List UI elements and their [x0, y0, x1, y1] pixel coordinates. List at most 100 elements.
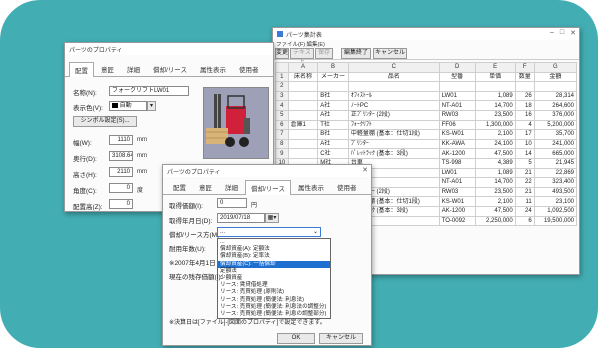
table-cell[interactable]: 24 [514, 205, 535, 217]
ok-button[interactable]: OK [277, 333, 315, 344]
table-cell[interactable]: AK-1200 [438, 205, 476, 217]
table-cell[interactable]: 10 [514, 138, 535, 150]
col-letter[interactable]: G [533, 62, 578, 73]
table-cell[interactable] [533, 81, 578, 92]
table-cell[interactable]: 1,300,000 [474, 119, 516, 131]
symbol-settings-button[interactable]: シンボル設定(S)... [73, 116, 137, 127]
table-cell[interactable]: NT-A01 [438, 100, 476, 111]
tab-depreciation[interactable]: 償却/リース [147, 61, 193, 76]
table-cell[interactable]: 47,500 [474, 148, 516, 159]
corner-cell[interactable] [275, 62, 289, 73]
method-option[interactable]: リース: 売買処理 (簡便法: 利息法の調整分) [218, 304, 330, 311]
table-cell[interactable] [287, 138, 319, 150]
close-icon[interactable]: ✕ [570, 29, 576, 37]
table-cell[interactable]: 2,250,000 [474, 215, 516, 227]
table-cell[interactable]: 21,945 [533, 157, 578, 169]
method-option[interactable]: 償却資産(B): 定率法 [218, 253, 330, 260]
table-cell[interactable]: 23,500 [474, 186, 516, 198]
table-cell[interactable]: A社 [317, 138, 349, 150]
table-cell[interactable]: 323,400 [533, 177, 578, 188]
col-letter[interactable]: B [317, 62, 349, 73]
row-number[interactable]: 6 [275, 119, 289, 131]
table-cell[interactable]: AK-1200 [438, 148, 476, 159]
maximize-icon[interactable]: □ [560, 29, 564, 37]
width-input[interactable]: 1110 [109, 135, 133, 145]
text-button[interactable]: テキスト [290, 48, 314, 65]
table-cell[interactable]: 17 [514, 129, 535, 140]
table-cell[interactable]: 1,089 [474, 90, 516, 102]
column-header[interactable]: メーカー [317, 71, 349, 83]
table-cell[interactable]: 241,000 [533, 138, 578, 150]
table-cell[interactable]: 18 [514, 100, 535, 111]
table-cell[interactable] [317, 81, 349, 92]
sheet-cancel-button[interactable]: キャンセル [373, 48, 407, 59]
table-cell[interactable] [287, 148, 319, 159]
method-option[interactable]: リース: 売買処理 (簡便法: 利息法) [218, 297, 330, 304]
table-cell[interactable]: 24,100 [474, 138, 516, 150]
table-cell[interactable]: KS-W01 [438, 196, 476, 207]
table-cell[interactable]: 665,000 [533, 148, 578, 159]
tab-attribute[interactable]: 属性表示 [194, 61, 232, 76]
column-header[interactable]: 床名称 [287, 71, 319, 83]
table-cell[interactable]: 14,700 [474, 100, 516, 111]
table-cell[interactable]: RW03 [438, 186, 476, 198]
table-cell[interactable]: LW01 [438, 167, 476, 179]
column-header[interactable]: 型番 [438, 71, 476, 83]
table-cell[interactable]: 26 [514, 90, 535, 102]
tab-detail[interactable]: 詳細 [219, 179, 244, 194]
sheet-menubar[interactable]: ファイル(F) 編集(E) [273, 40, 579, 48]
table-cell[interactable]: 正ﾌﾟﾘﾝﾀｰ (2段) [347, 109, 440, 121]
depth-input[interactable]: 3108.64 [109, 151, 133, 161]
table-cell[interactable]: 2,100 [474, 129, 516, 140]
cost-input[interactable]: 0 [217, 198, 247, 208]
col-letter[interactable]: A [287, 62, 319, 73]
table-cell[interactable]: 4,389 [474, 157, 516, 169]
method-option[interactable]: 償却資産(C): 一括償却 [218, 260, 330, 268]
table-cell[interactable]: 1,092,500 [533, 205, 578, 217]
table-cell[interactable]: ﾌｫｰｸﾘﾌﾄ [347, 119, 440, 131]
table-cell[interactable]: 中軽量棚 (基本：仕切1段) [347, 129, 440, 140]
method-option[interactable]: 定額法 [218, 268, 330, 275]
tab-design[interactable]: 意匠 [95, 61, 120, 76]
save-button[interactable]: 保存 [315, 48, 333, 59]
color-select[interactable]: 自動 [109, 101, 147, 111]
table-cell[interactable]: 11 [514, 196, 535, 207]
table-cell[interactable]: 264,600 [533, 100, 578, 111]
table-cell[interactable]: 23,100 [533, 196, 578, 207]
table-cell[interactable]: NT-A01 [438, 177, 476, 188]
row-number[interactable]: 4 [275, 100, 289, 111]
table-cell[interactable] [438, 81, 476, 92]
tab-user[interactable]: 使用者 [331, 179, 363, 194]
cancel-button[interactable]: キャンセル [319, 333, 363, 344]
table-cell[interactable]: KK-AWA [438, 138, 476, 150]
method-chevron-down-icon[interactable]: ⌄ [313, 228, 318, 235]
table-cell[interactable]: ｵﾌｨｽﾄｰﾙ [347, 90, 440, 102]
table-cell[interactable]: 19,500,000 [533, 215, 578, 227]
method-select[interactable]: ... [217, 227, 321, 237]
calendar-button[interactable]: ▦▾ [265, 213, 279, 223]
elevation-input[interactable]: 0 [109, 199, 133, 209]
table-cell[interactable]: 28,314 [533, 90, 578, 102]
column-header[interactable]: 数量 [514, 71, 535, 83]
table-cell[interactable]: 4 [514, 119, 535, 131]
table-cell[interactable]: 2,100 [474, 196, 516, 207]
change-button[interactable]: 変更 [275, 48, 289, 59]
row-number[interactable]: 2 [275, 81, 289, 92]
tab-user[interactable]: 使用者 [233, 61, 265, 76]
table-cell[interactable]: 14,700 [474, 177, 516, 188]
table-cell[interactable]: 23,500 [474, 109, 516, 121]
table-cell[interactable] [347, 81, 440, 92]
table-cell[interactable]: A社 [317, 100, 349, 111]
height-input[interactable]: 2110 [109, 167, 133, 177]
tab-depreciation[interactable]: 償却/リース [245, 180, 291, 195]
table-cell[interactable]: 5,200,000 [533, 119, 578, 131]
tab-detail[interactable]: 詳細 [121, 61, 146, 76]
row-number[interactable]: 5 [275, 109, 289, 121]
minimize-icon[interactable]: – [550, 29, 554, 37]
color-dropdown-button[interactable]: ▾ [147, 101, 156, 111]
table-cell[interactable]: 1,089 [474, 167, 516, 179]
table-cell[interactable]: 6 [514, 215, 535, 227]
table-cell[interactable] [287, 90, 319, 102]
table-cell[interactable]: KS-W01 [438, 129, 476, 140]
table-cell[interactable] [287, 81, 319, 92]
